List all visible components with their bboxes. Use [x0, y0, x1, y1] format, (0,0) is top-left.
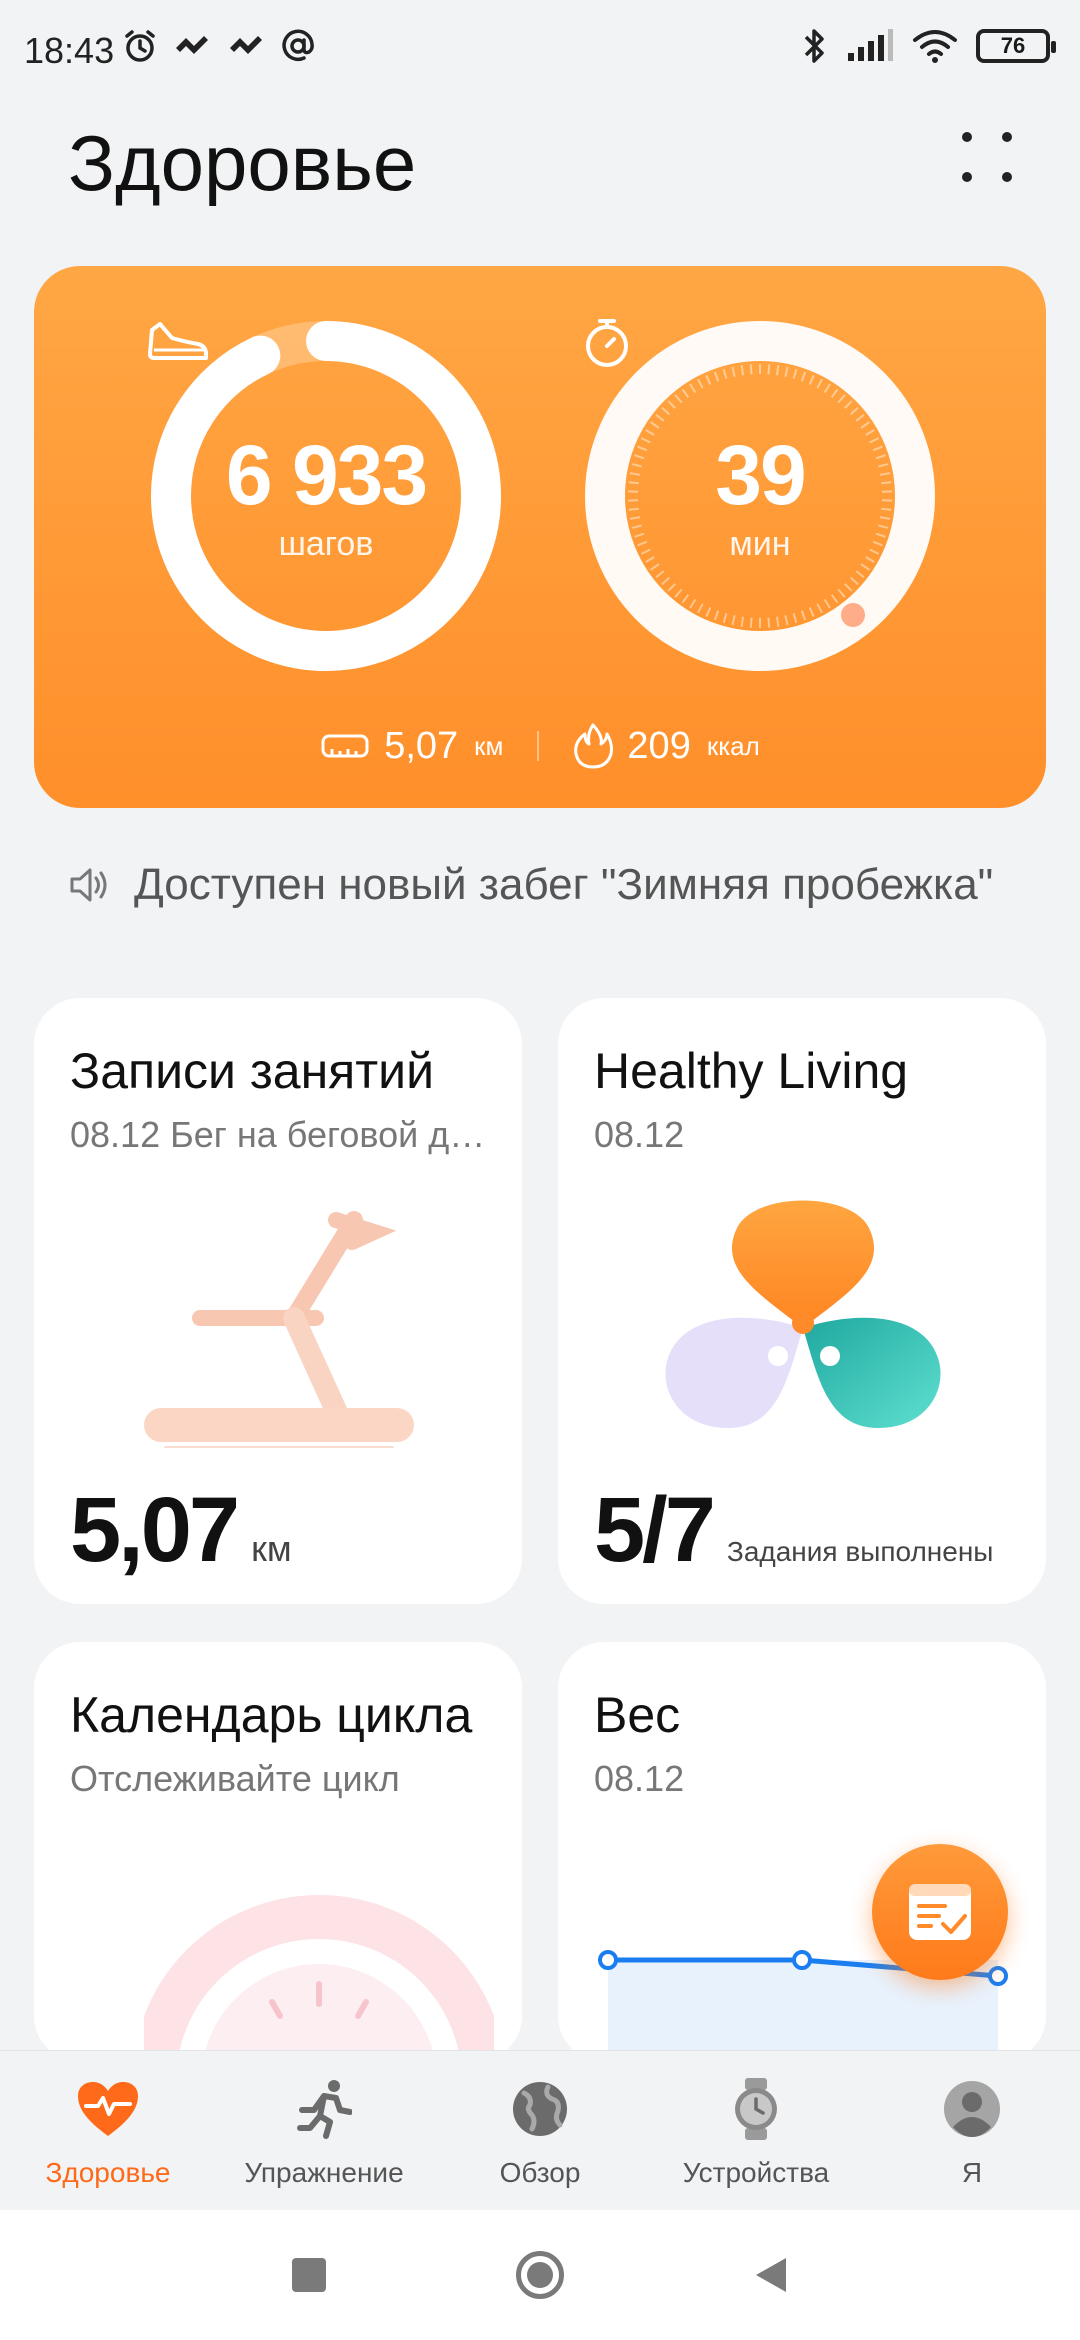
calories-unit: ккал	[706, 730, 760, 761]
shoe-icon	[148, 322, 208, 360]
edit-cards-button[interactable]	[872, 1844, 1008, 1980]
flame-icon	[574, 723, 614, 769]
distance-unit: км	[474, 730, 504, 761]
home-icon	[527, 2262, 553, 2288]
status-time: 18:43	[24, 30, 115, 71]
battery-icon: 76	[976, 29, 1056, 63]
app-notification-icon	[176, 36, 208, 54]
distance-value: 5,07	[384, 724, 459, 767]
minutes-value: 39	[715, 427, 806, 522]
steps-unit: шагов	[278, 524, 374, 563]
profile-icon	[936, 2073, 1008, 2145]
page-title: Здоровье	[68, 119, 417, 207]
speaker-icon	[70, 868, 107, 902]
nav-item-exercise[interactable]: Упражнение	[216, 2051, 432, 2210]
edit-list-icon	[909, 1884, 971, 1940]
distance-total-unit: км	[251, 1528, 292, 1569]
nav-label: Я	[961, 2157, 983, 2188]
card-subtitle: 08.12 Бег на беговой дорожке	[70, 1114, 490, 1155]
system-navigation-bar	[0, 2210, 1080, 2340]
tasks-completed-count: 5/7	[594, 1479, 716, 1581]
calories-value: 209	[627, 724, 691, 767]
activity-card[interactable]: 6 933 шагов 39 мин 5,07 км 209 ккал	[34, 266, 1046, 808]
nav-item-devices[interactable]: Устройства	[648, 2051, 864, 2210]
steps-ring[interactable]: 6 933 шагов	[146, 316, 506, 676]
more-options-icon[interactable]	[962, 132, 1018, 188]
card-subtitle: 08.12	[594, 1114, 685, 1155]
cycle-ring-icon	[144, 1895, 494, 2062]
treadmill-icon	[144, 1211, 414, 1448]
stopwatch-icon	[586, 319, 628, 367]
heart-pulse-icon	[72, 2073, 144, 2145]
nav-item-health[interactable]: Здоровье	[0, 2051, 216, 2210]
card-title: Записи занятий	[70, 1043, 435, 1099]
status-bar: 18:43 76	[0, 0, 1080, 100]
battery-level: 76	[1000, 33, 1026, 58]
minutes-unit: мин	[729, 524, 791, 563]
nav-label: Обзор	[499, 2157, 581, 2188]
tasks-completed-label: Задания выполнены	[726, 1536, 994, 1567]
card-subtitle: 08.12	[594, 1758, 685, 1799]
app-notification-icon	[230, 36, 262, 54]
nav-item-overview[interactable]: Обзор	[432, 2051, 648, 2210]
ruler-icon	[321, 734, 369, 758]
card-title: Календарь цикла	[70, 1687, 473, 1743]
calories-stat: 209 ккал	[573, 722, 760, 770]
nav-label: Упражнение	[244, 2157, 404, 2188]
divider	[537, 731, 540, 761]
card-title: Вес	[594, 1687, 681, 1743]
nav-label: Здоровье	[45, 2157, 171, 2188]
workout-records-card[interactable]: Записи занятий 08.12 Бег на беговой доро…	[34, 998, 522, 1604]
steps-value: 6 933	[225, 427, 428, 522]
nav-item-me[interactable]: Я	[864, 2051, 1080, 2210]
at-sign-icon	[282, 29, 314, 62]
announcement-banner[interactable]: Доступен новый забег "Зимняя пробежка"	[68, 860, 1028, 910]
recent-apps-button[interactable]	[292, 2258, 326, 2292]
running-icon	[288, 2073, 360, 2145]
nav-label: Устройства	[682, 2157, 830, 2188]
distance-stat: 5,07 км	[320, 725, 503, 768]
watch-icon	[720, 2073, 792, 2145]
healthy-living-card[interactable]: Healthy Living 08.12 5/7 Задания выполне…	[558, 998, 1046, 1604]
minutes-ring[interactable]: 39 мин	[580, 316, 940, 676]
cycle-calendar-card[interactable]: Календарь цикла Отслеживайте цикл	[34, 1642, 522, 2062]
wifi-icon	[913, 30, 957, 63]
home-button[interactable]	[516, 2251, 564, 2299]
bottom-navigation: Здоровье Упражнение Обзор Устройства Я	[0, 2050, 1080, 2210]
announcement-text: Доступен новый забег "Зимняя пробежка"	[134, 860, 994, 909]
card-title: Healthy Living	[594, 1043, 909, 1099]
globe-icon	[504, 2073, 576, 2145]
healthy-living-clover-icon	[665, 1200, 941, 1428]
distance-total: 5,07	[70, 1479, 240, 1581]
alarm-icon	[125, 30, 155, 62]
card-subtitle: Отслеживайте цикл	[70, 1758, 400, 1799]
bluetooth-icon	[804, 29, 824, 63]
signal-icon	[848, 29, 893, 61]
back-button[interactable]	[754, 2256, 788, 2294]
